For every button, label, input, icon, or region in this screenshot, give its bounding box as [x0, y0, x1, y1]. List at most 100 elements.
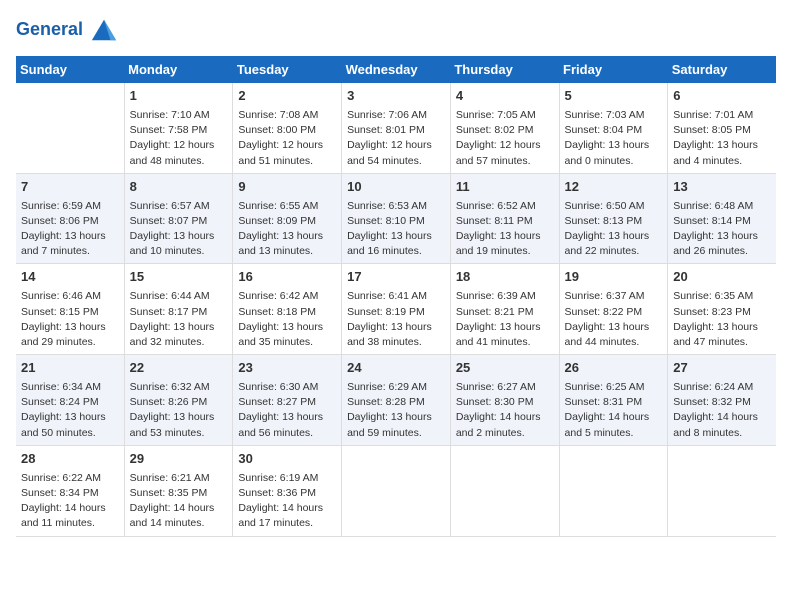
- week-row-1: 1 Sunrise: 7:10 AM Sunset: 7:58 PM Daylig…: [16, 83, 776, 173]
- calendar-cell: 27 Sunrise: 6:24 AM Sunset: 8:32 PM Dayli…: [668, 355, 776, 446]
- day-number: 29: [130, 450, 228, 469]
- calendar-cell: [342, 445, 451, 536]
- day-number: 23: [238, 359, 336, 378]
- calendar-cell: 30Sunrise: 6:19 AM Sunset: 8:36 PM Dayli…: [233, 445, 342, 536]
- day-number: 4: [456, 87, 554, 106]
- calendar-cell: [559, 445, 668, 536]
- day-info: Sunrise: 6:41 AM Sunset: 8:19 PM Dayligh…: [347, 289, 445, 350]
- day-number: 13: [673, 178, 771, 197]
- calendar-cell: 8 Sunrise: 6:57 AM Sunset: 8:07 PM Daylig…: [124, 173, 233, 264]
- day-number: 26: [565, 359, 663, 378]
- day-info: Sunrise: 6:55 AM Sunset: 8:09 PM Dayligh…: [238, 199, 336, 260]
- day-number: 24: [347, 359, 445, 378]
- day-number: 21: [21, 359, 119, 378]
- day-info: Sunrise: 6:44 AM Sunset: 8:17 PM Dayligh…: [130, 289, 228, 350]
- day-number: 15: [130, 268, 228, 287]
- day-header-thursday: Thursday: [450, 56, 559, 83]
- calendar-cell: [668, 445, 776, 536]
- day-info: Sunrise: 6:34 AM Sunset: 8:24 PM Dayligh…: [21, 380, 119, 441]
- day-info: Sunrise: 6:19 AM Sunset: 8:36 PM Dayligh…: [238, 471, 336, 532]
- calendar-cell: 3 Sunrise: 7:06 AM Sunset: 8:01 PM Daylig…: [342, 83, 451, 173]
- day-info: Sunrise: 6:39 AM Sunset: 8:21 PM Dayligh…: [456, 289, 554, 350]
- day-info: Sunrise: 7:06 AM Sunset: 8:01 PM Dayligh…: [347, 108, 445, 169]
- calendar-cell: 4 Sunrise: 7:05 AM Sunset: 8:02 PM Daylig…: [450, 83, 559, 173]
- day-info: Sunrise: 6:59 AM Sunset: 8:06 PM Dayligh…: [21, 199, 119, 260]
- calendar-cell: 29 Sunrise: 6:21 AM Sunset: 8:35 PM Dayli…: [124, 445, 233, 536]
- day-header-saturday: Saturday: [668, 56, 776, 83]
- calendar-cell: 7Sunrise: 6:59 AM Sunset: 8:06 PM Daylig…: [16, 173, 124, 264]
- calendar-cell: 19 Sunrise: 6:37 AM Sunset: 8:22 PM Dayli…: [559, 264, 668, 355]
- day-info: Sunrise: 6:48 AM Sunset: 8:14 PM Dayligh…: [673, 199, 771, 260]
- calendar-cell: [450, 445, 559, 536]
- day-info: Sunrise: 6:57 AM Sunset: 8:07 PM Dayligh…: [130, 199, 228, 260]
- day-info: Sunrise: 6:24 AM Sunset: 8:32 PM Dayligh…: [673, 380, 771, 441]
- day-info: Sunrise: 6:25 AM Sunset: 8:31 PM Dayligh…: [565, 380, 663, 441]
- day-info: Sunrise: 6:30 AM Sunset: 8:27 PM Dayligh…: [238, 380, 336, 441]
- day-info: Sunrise: 6:52 AM Sunset: 8:11 PM Dayligh…: [456, 199, 554, 260]
- calendar-cell: 12Sunrise: 6:50 AM Sunset: 8:13 PM Dayli…: [559, 173, 668, 264]
- day-number: 5: [565, 87, 663, 106]
- day-header-tuesday: Tuesday: [233, 56, 342, 83]
- day-info: Sunrise: 7:05 AM Sunset: 8:02 PM Dayligh…: [456, 108, 554, 169]
- calendar-cell: 17 Sunrise: 6:41 AM Sunset: 8:19 PM Dayli…: [342, 264, 451, 355]
- day-info: Sunrise: 6:37 AM Sunset: 8:22 PM Dayligh…: [565, 289, 663, 350]
- day-info: Sunrise: 7:10 AM Sunset: 7:58 PM Dayligh…: [130, 108, 228, 169]
- day-info: Sunrise: 7:01 AM Sunset: 8:05 PM Dayligh…: [673, 108, 771, 169]
- calendar-cell: 14 Sunrise: 6:46 AM Sunset: 8:15 PM Dayli…: [16, 264, 124, 355]
- day-header-sunday: Sunday: [16, 56, 124, 83]
- day-number: 19: [565, 268, 663, 287]
- logo: General: [16, 16, 118, 44]
- day-header-monday: Monday: [124, 56, 233, 83]
- day-number: 9: [238, 178, 336, 197]
- day-header-wednesday: Wednesday: [342, 56, 451, 83]
- day-number: 3: [347, 87, 445, 106]
- calendar-cell: [16, 83, 124, 173]
- day-info: Sunrise: 6:21 AM Sunset: 8:35 PM Dayligh…: [130, 471, 228, 532]
- day-number: 27: [673, 359, 771, 378]
- calendar-cell: 25 Sunrise: 6:27 AM Sunset: 8:30 PM Dayli…: [450, 355, 559, 446]
- day-info: Sunrise: 6:53 AM Sunset: 8:10 PM Dayligh…: [347, 199, 445, 260]
- day-number: 2: [238, 87, 336, 106]
- page-header: General: [16, 16, 776, 44]
- day-number: 17: [347, 268, 445, 287]
- calendar-cell: 22Sunrise: 6:32 AM Sunset: 8:26 PM Dayli…: [124, 355, 233, 446]
- day-number: 1: [130, 87, 228, 106]
- day-number: 20: [673, 268, 771, 287]
- calendar-cell: 5 Sunrise: 7:03 AM Sunset: 8:04 PM Daylig…: [559, 83, 668, 173]
- calendar-cell: 15 Sunrise: 6:44 AM Sunset: 8:17 PM Dayli…: [124, 264, 233, 355]
- week-row-5: 28Sunrise: 6:22 AM Sunset: 8:34 PM Dayli…: [16, 445, 776, 536]
- calendar-cell: 6 Sunrise: 7:01 AM Sunset: 8:05 PM Daylig…: [668, 83, 776, 173]
- calendar-cell: 10 Sunrise: 6:53 AM Sunset: 8:10 PM Dayli…: [342, 173, 451, 264]
- calendar-cell: 1 Sunrise: 7:10 AM Sunset: 7:58 PM Daylig…: [124, 83, 233, 173]
- day-info: Sunrise: 6:46 AM Sunset: 8:15 PM Dayligh…: [21, 289, 119, 350]
- day-info: Sunrise: 6:27 AM Sunset: 8:30 PM Dayligh…: [456, 380, 554, 441]
- calendar-cell: 9 Sunrise: 6:55 AM Sunset: 8:09 PM Daylig…: [233, 173, 342, 264]
- day-number: 14: [21, 268, 119, 287]
- day-number: 11: [456, 178, 554, 197]
- day-info: Sunrise: 6:50 AM Sunset: 8:13 PM Dayligh…: [565, 199, 663, 260]
- logo-text: General: [16, 16, 118, 44]
- day-info: Sunrise: 6:42 AM Sunset: 8:18 PM Dayligh…: [238, 289, 336, 350]
- calendar-cell: 28Sunrise: 6:22 AM Sunset: 8:34 PM Dayli…: [16, 445, 124, 536]
- calendar-cell: 20 Sunrise: 6:35 AM Sunset: 8:23 PM Dayli…: [668, 264, 776, 355]
- calendar-cell: 2 Sunrise: 7:08 AM Sunset: 8:00 PM Daylig…: [233, 83, 342, 173]
- calendar-cell: 11 Sunrise: 6:52 AM Sunset: 8:11 PM Dayli…: [450, 173, 559, 264]
- week-row-3: 14 Sunrise: 6:46 AM Sunset: 8:15 PM Dayli…: [16, 264, 776, 355]
- day-info: Sunrise: 6:22 AM Sunset: 8:34 PM Dayligh…: [21, 471, 119, 532]
- calendar-cell: 13 Sunrise: 6:48 AM Sunset: 8:14 PM Dayli…: [668, 173, 776, 264]
- day-number: 25: [456, 359, 554, 378]
- calendar-cell: 18Sunrise: 6:39 AM Sunset: 8:21 PM Dayli…: [450, 264, 559, 355]
- calendar-cell: 21 Sunrise: 6:34 AM Sunset: 8:24 PM Dayli…: [16, 355, 124, 446]
- calendar-cell: 26 Sunrise: 6:25 AM Sunset: 8:31 PM Dayli…: [559, 355, 668, 446]
- calendar-cell: 16 Sunrise: 6:42 AM Sunset: 8:18 PM Dayli…: [233, 264, 342, 355]
- day-info: Sunrise: 6:35 AM Sunset: 8:23 PM Dayligh…: [673, 289, 771, 350]
- day-number: 16: [238, 268, 336, 287]
- day-number: 6: [673, 87, 771, 106]
- day-number: 8: [130, 178, 228, 197]
- day-info: Sunrise: 7:08 AM Sunset: 8:00 PM Dayligh…: [238, 108, 336, 169]
- day-info: Sunrise: 7:03 AM Sunset: 8:04 PM Dayligh…: [565, 108, 663, 169]
- day-number: 10: [347, 178, 445, 197]
- calendar-table: SundayMondayTuesdayWednesdayThursdayFrid…: [16, 56, 776, 537]
- calendar-cell: 23 Sunrise: 6:30 AM Sunset: 8:27 PM Dayli…: [233, 355, 342, 446]
- week-row-2: 7Sunrise: 6:59 AM Sunset: 8:06 PM Daylig…: [16, 173, 776, 264]
